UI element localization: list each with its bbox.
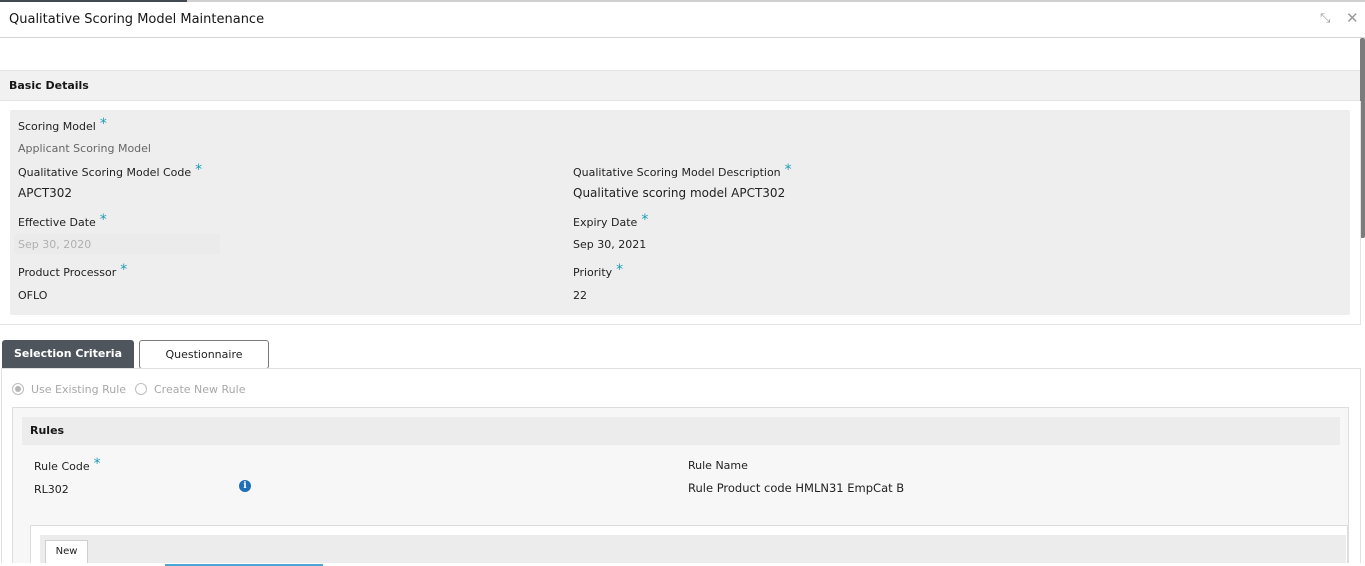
- rule-name-label: Rule Name: [688, 459, 748, 472]
- required-marker: *: [93, 456, 101, 472]
- expiry-date-label: Expiry Date *: [573, 212, 649, 229]
- create-new-rule-radio[interactable]: [135, 383, 147, 395]
- basic-details-panel: [10, 110, 1350, 315]
- create-new-rule-label[interactable]: Create New Rule: [154, 383, 245, 396]
- required-marker: *: [120, 262, 128, 278]
- rules-title: Rules: [30, 424, 65, 437]
- rules-header: Rules: [22, 417, 1340, 445]
- collapse-arrows-icon[interactable]: ⤡: [1320, 11, 1330, 27]
- close-icon[interactable]: ✕: [1346, 10, 1359, 26]
- expiry-date-value[interactable]: Sep 30, 2021: [573, 238, 646, 251]
- use-existing-rule-radio[interactable]: [12, 383, 24, 395]
- scoring-model-value[interactable]: Applicant Scoring Model: [18, 142, 151, 155]
- grid-toolbar: [40, 535, 1346, 566]
- scoring-model-label: Scoring Model *: [18, 116, 107, 133]
- window-titlebar: Qualitative Scoring Model Maintenance ⤡ …: [0, 2, 1365, 38]
- rule-code-label: Rule Code *: [34, 456, 101, 473]
- window-title: Qualitative Scoring Model Maintenance: [9, 12, 265, 27]
- info-icon[interactable]: i: [239, 480, 251, 492]
- required-marker: *: [784, 162, 792, 178]
- tab-selection-criteria[interactable]: Selection Criteria: [2, 340, 134, 369]
- new-button[interactable]: New: [45, 540, 88, 564]
- tab-questionnaire[interactable]: Questionnaire: [139, 340, 269, 369]
- basic-details-header: Basic Details: [0, 70, 1360, 101]
- required-marker: *: [99, 116, 107, 132]
- priority-value[interactable]: 22: [573, 289, 587, 302]
- product-processor-label: Product Processor *: [18, 262, 128, 279]
- effective-date-label: Effective Date *: [18, 212, 107, 229]
- product-processor-value[interactable]: OFLO: [18, 289, 47, 302]
- model-description-value[interactable]: Qualitative scoring model APCT302: [573, 186, 785, 200]
- blank-strip: [0, 39, 1360, 70]
- rule-code-value[interactable]: RL302: [34, 483, 69, 496]
- model-code-label: Qualitative Scoring Model Code *: [18, 162, 203, 179]
- model-description-label: Qualitative Scoring Model Description *: [573, 162, 792, 179]
- effective-date-value: Sep 30, 2020: [18, 238, 92, 251]
- required-marker: *: [195, 162, 203, 178]
- rule-name-value: Rule Product code HMLN31 EmpCat B: [688, 481, 905, 495]
- required-marker: *: [99, 212, 107, 228]
- required-marker: *: [616, 262, 624, 278]
- model-code-value[interactable]: APCT302: [18, 186, 72, 200]
- use-existing-rule-label[interactable]: Use Existing Rule: [31, 383, 126, 396]
- required-marker: *: [641, 212, 649, 228]
- basic-details-title: Basic Details: [9, 79, 89, 92]
- priority-label: Priority *: [573, 262, 624, 279]
